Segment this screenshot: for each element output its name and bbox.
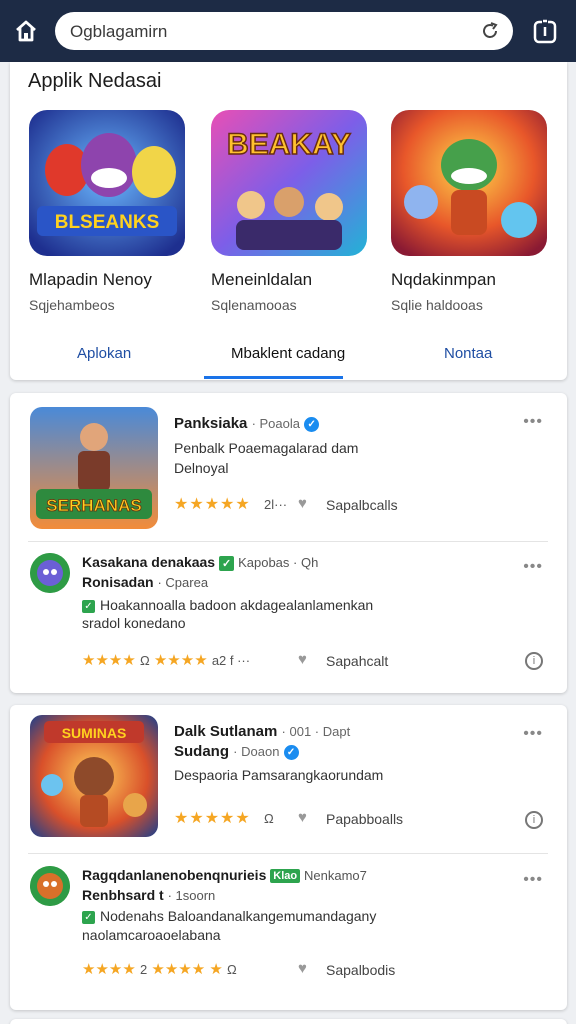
verified-icon: ✓ [283, 744, 299, 760]
share-label[interactable]: Sapalbodis [326, 962, 395, 978]
refresh-icon[interactable] [479, 20, 501, 42]
verified-icon: ✓ [304, 416, 320, 432]
rating-count: Ω [264, 811, 274, 826]
comment-meta: Nenkamo7 [303, 868, 367, 883]
info-icon[interactable]: i [525, 811, 543, 829]
more-options-icon[interactable]: ••• [523, 725, 543, 743]
app-icon-text: BEAKAY [227, 128, 351, 161]
comment-more-icon[interactable]: ••• [523, 558, 543, 576]
comment-more-icon[interactable]: ••• [523, 871, 543, 889]
rating-stars: ★★★★★ [174, 810, 251, 827]
avatar[interactable] [30, 553, 70, 593]
post-title[interactable]: Dalk Sutlanam · 001 · Dapt [174, 723, 350, 740]
post-meta: · Poaola [251, 416, 300, 431]
tabs-icon[interactable] [532, 17, 558, 45]
comment-rating: ★★★★ Ω ★★★★ a2 f ··· [82, 652, 251, 669]
divider [28, 853, 548, 854]
tab-more[interactable]: Nontaa [444, 345, 492, 362]
app-name: Nqdakinmpan [391, 270, 496, 289]
post-card: SERHANAS Panksiaka · Poaola ✓ Penbalk Po… [10, 393, 567, 693]
share-label[interactable]: Sapahcalt [326, 653, 388, 669]
share-label[interactable]: Sapalbcalls [326, 497, 398, 513]
tab-apps[interactable]: Aplokan [77, 345, 131, 362]
post-title-text: Dalk Sutlanam [174, 723, 278, 740]
info-icon[interactable]: i [525, 652, 543, 670]
heart-icon[interactable]: ♥ [298, 495, 307, 512]
post-description: Despaoria Pamsarangkaorundam [174, 767, 384, 783]
post-description-2: Delnoyal [174, 460, 229, 476]
comment-author-2: Ronisadan [82, 574, 154, 590]
comment-text: ✓ Hoakannoalla badoon akdagealanlamenkan [82, 597, 373, 613]
app-icon: BEAKAY [211, 110, 367, 256]
rating-stars: ★★★★★ [174, 496, 251, 513]
app-icon [391, 110, 547, 256]
post-subtitle: Sudang · Doaon ✓ [174, 743, 299, 760]
comment-meta: Kapobas · Qh [238, 555, 319, 570]
comment-badge: Klao [270, 869, 301, 884]
comment-text: ✓ Nodenahs Baloandanalkangemumandagany [82, 908, 376, 924]
avatar[interactable] [30, 866, 70, 906]
post-meta: · 001 · Dapt [281, 724, 351, 739]
tab-active[interactable]: Mbaklent cadang [231, 345, 345, 362]
thumbnail-text: SERHANAS [46, 496, 141, 515]
address-bar[interactable]: Ogblagamirn [55, 12, 513, 50]
heart-icon[interactable]: ♥ [298, 809, 307, 826]
post-description: Penbalk Poaemagalarad dam [174, 440, 359, 456]
post-title-text: Panksiaka [174, 415, 248, 432]
app-subtitle: Sqlenamooas [211, 297, 297, 313]
address-bar-text: Ogblagamirn [70, 22, 168, 41]
active-tab-indicator [204, 376, 343, 379]
comment-badge: ✓ [218, 555, 235, 571]
comment-meta-2: · Cparea [157, 575, 209, 590]
app-subtitle: Sqlie haldooas [391, 297, 483, 313]
comment-author: Ragqdanlanenobenqnurieis [82, 867, 267, 883]
comment-author: Kasakana denakaas [82, 554, 216, 570]
post-subtitle-text: Sudang [174, 743, 229, 760]
rating-count: 2l··· [264, 497, 288, 512]
app-name: Meneinldalan [211, 270, 313, 289]
app-subtitle: Sqjehambeos [29, 297, 115, 313]
app-name: Mlapadin Nenoy [29, 270, 152, 289]
app-tile[interactable]: Nqdakinmpan Sqlie haldooas [391, 110, 551, 313]
post-title[interactable]: Panksiaka · Poaola ✓ [174, 415, 320, 432]
check-icon: ✓ [82, 910, 95, 924]
heart-icon[interactable]: ♥ [298, 651, 307, 668]
comment-text-2: sradol konedano [82, 615, 186, 631]
comment-meta-2: · 1soorn [167, 888, 216, 903]
comment-subtitle: Ronisadan · Cparea [82, 574, 208, 590]
post-meta-2: · Doaon [233, 744, 280, 759]
more-options-icon[interactable]: ••• [523, 413, 543, 431]
app-icon: BLSEANKS [29, 110, 185, 256]
comment-text-2: naolamcaroaoelabana [82, 927, 221, 943]
share-label[interactable]: Papabboalls [326, 811, 403, 827]
post-thumbnail[interactable]: SERHANAS [30, 407, 158, 529]
app-icon-text: BLSEANKS [55, 212, 160, 233]
section-title: Applik Nedasai [28, 70, 162, 92]
app-tile[interactable]: BEAKAY Meneinldalan Sqlenamooas [211, 110, 371, 313]
browser-toolbar: Ogblagamirn [0, 0, 576, 62]
post-card: SUMINAS Dalk Sutlanam · 001 · Dapt Sudan… [10, 705, 567, 1010]
thumbnail-text: SUMINAS [62, 725, 127, 741]
post-thumbnail[interactable]: SUMINAS [30, 715, 158, 837]
apps-section: Applik Nedasai BLSEANKS Mlapadin Nenoy S… [10, 62, 567, 380]
post-card-partial [10, 1019, 567, 1024]
divider [28, 541, 548, 542]
check-icon: ✓ [82, 599, 95, 613]
comment-rating: ★★★★ 2 ★★★★ ★ Ω [82, 961, 237, 978]
comment-author-2: Renbhsard t [82, 887, 164, 903]
comment-title: Kasakana denakaas ✓ Kapobas · Qh [82, 554, 318, 571]
comment-subtitle: Renbhsard t · 1soorn [82, 887, 215, 903]
home-icon[interactable] [12, 17, 40, 45]
app-tile[interactable]: BLSEANKS Mlapadin Nenoy Sqjehambeos [29, 110, 189, 313]
comment-title: Ragqdanlanenobenqnurieis Klao Nenkamo7 [82, 867, 367, 884]
heart-icon[interactable]: ♥ [298, 960, 307, 977]
